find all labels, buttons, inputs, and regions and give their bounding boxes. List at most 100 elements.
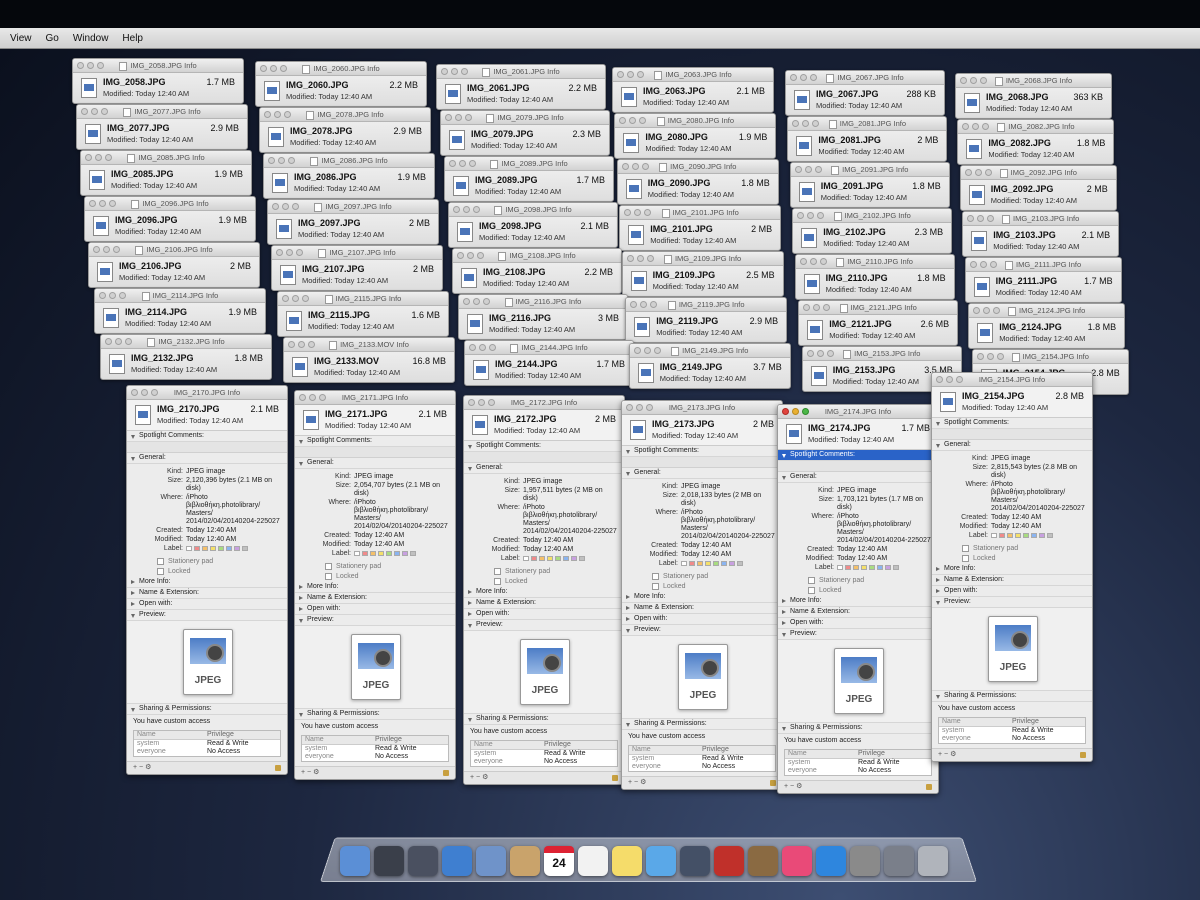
window-controls[interactable] [81,108,108,115]
window-controls[interactable] [85,154,112,161]
zoom-button[interactable] [97,62,104,69]
label-color-swatch[interactable] [689,560,695,566]
trash-icon[interactable] [918,846,948,876]
window-titlebar[interactable]: IMG_2107.JPG Info [272,246,442,260]
zoom-button[interactable] [646,404,653,411]
minimize-button[interactable] [298,341,305,348]
window-titlebar[interactable]: IMG_2174.JPG Info [778,405,938,419]
minimize-button[interactable] [800,74,807,81]
info-window[interactable]: IMG_2086.JPG Info IMG_2086.JPG 1.9 MB Modif… [263,153,435,199]
info-window[interactable]: IMG_2110.JPG Info IMG_2110.JPG 1.8 MB Modif… [794,254,955,300]
open-with-section[interactable]: Open with: [622,614,782,625]
spotlight-comments-section[interactable]: Spotlight Comments: [127,431,287,442]
spotlight-comments-field[interactable] [778,461,938,472]
window-controls[interactable] [457,252,484,259]
preview-section[interactable]: Preview: [778,629,938,640]
label-color-swatch[interactable] [194,545,200,551]
window-titlebar[interactable]: IMG_2116.JPG Info [459,295,627,309]
zoom-button[interactable] [105,154,112,161]
label-color-swatch[interactable] [681,560,687,566]
window-controls[interactable] [105,338,132,345]
more-info-section[interactable]: More Info: [932,564,1092,575]
zoom-button[interactable] [987,215,995,222]
window-controls[interactable] [967,215,995,222]
info-window[interactable]: IMG_2063.JPG Info IMG_2063.JPG 2.1 MB Modif… [612,67,774,113]
minimize-button[interactable] [103,246,110,253]
window-controls[interactable] [268,157,295,164]
preview-section[interactable]: Preview: [464,620,624,631]
info-window[interactable]: IMG_2068.JPG Info IMG_2068.JPG 363 KB Modif… [955,73,1112,119]
info-panel-expanded[interactable]: IMG_2154.JPG Info IMG_2154.JPG 2.8 MB Modif… [931,372,1093,762]
app-store-icon[interactable] [816,846,846,876]
label-color-swatch[interactable] [845,564,851,570]
zoom-button[interactable] [488,399,495,406]
label-color-swatch[interactable] [705,560,711,566]
minimize-button[interactable] [792,408,799,415]
zoom-button[interactable] [993,307,1001,314]
window-titlebar[interactable]: IMG_2081.JPG Info [788,117,947,131]
name-extension-section[interactable]: Name & Extension: [127,588,287,599]
minimize-button[interactable] [478,399,485,406]
close-button[interactable] [288,341,295,348]
label-color-swatch[interactable] [893,564,899,570]
minimize-button[interactable] [816,350,824,357]
calendar-icon[interactable]: 24 [544,846,574,876]
window-titlebar[interactable]: IMG_2170.JPG Info [127,386,287,400]
permission-privilege[interactable]: Read & Write [544,750,614,758]
close-button[interactable] [806,350,814,357]
permission-row[interactable]: system Read & Write [134,740,280,748]
zoom-button[interactable] [810,74,817,81]
zoom-button[interactable] [119,292,126,299]
minimize-button[interactable] [292,295,299,302]
info-window[interactable]: IMG_2133.MOV Info IMG_2133.MOV 16.8 MB Modi… [283,337,455,383]
window-controls[interactable] [960,77,987,84]
lock-icon[interactable] [770,780,776,786]
permission-privilege[interactable]: No Access [858,767,928,775]
info-window[interactable]: IMG_2080.JPG Info IMG_2080.JPG 1.9 MB Modif… [614,113,777,159]
iphoto-icon[interactable] [748,846,778,876]
info-window[interactable]: IMG_2109.JPG Info IMG_2109.JPG 2.5 MB Modif… [621,251,784,297]
label-color-swatch[interactable] [837,564,843,570]
window-titlebar[interactable]: IMG_2172.JPG Info [464,396,624,410]
stationery-pad-checkbox[interactable]: Stationery pad [464,567,624,577]
close-button[interactable] [77,62,84,69]
more-info-section[interactable]: More Info: [778,596,938,607]
zoom-button[interactable] [984,169,992,176]
info-window[interactable]: IMG_2107.JPG Info IMG_2107.JPG 2 MB Modifie… [271,245,443,291]
info-window[interactable]: IMG_2091.JPG Info IMG_2091.JPG 1.8 MB Modif… [789,162,950,208]
close-button[interactable] [457,252,464,259]
add-remove-buttons[interactable]: + − ⚙ [628,779,646,786]
zoom-button[interactable] [819,258,827,265]
close-button[interactable] [790,74,797,81]
general-section[interactable]: General: [127,453,287,464]
window-titlebar[interactable]: IMG_2106.JPG Info [89,243,259,257]
info-window[interactable]: IMG_2101.JPG Info IMG_2101.JPG 2 MB Modifie… [619,205,782,251]
open-with-section[interactable]: Open with: [932,586,1092,597]
label-color-swatch[interactable] [571,555,577,561]
open-with-section[interactable]: Open with: [295,604,455,615]
zoom-button[interactable] [292,203,299,210]
minimize-button[interactable] [636,255,644,262]
minimize-button[interactable] [473,298,480,305]
close-button[interactable] [621,163,629,170]
window-titlebar[interactable]: IMG_2096.JPG Info [85,197,255,211]
label-color-swatch[interactable] [1031,532,1037,538]
window-controls[interactable] [468,399,495,406]
more-info-section[interactable]: More Info: [127,577,287,588]
window-titlebar[interactable]: IMG_2097.JPG Info [268,200,438,214]
info-panel-expanded[interactable]: IMG_2170.JPG Info IMG_2170.JPG 2.1 MB Modif… [126,385,288,775]
close-button[interactable] [81,108,88,115]
zoom-button[interactable] [980,77,987,84]
minimize-button[interactable] [459,160,466,167]
more-info-section[interactable]: More Info: [464,587,624,598]
window-titlebar[interactable]: IMG_2173.JPG Info [622,401,782,415]
close-button[interactable] [441,68,448,75]
sharing-permissions-section[interactable]: Sharing & Permissions: [464,714,624,725]
add-remove-buttons[interactable]: + − ⚙ [938,751,956,758]
stationery-pad-checkbox[interactable]: Stationery pad [778,576,938,586]
window-controls[interactable] [794,166,822,173]
sharing-permissions-section[interactable]: Sharing & Permissions: [127,704,287,715]
close-button[interactable] [797,212,805,219]
minimize-button[interactable] [804,166,812,173]
zoom-button[interactable] [319,394,326,401]
